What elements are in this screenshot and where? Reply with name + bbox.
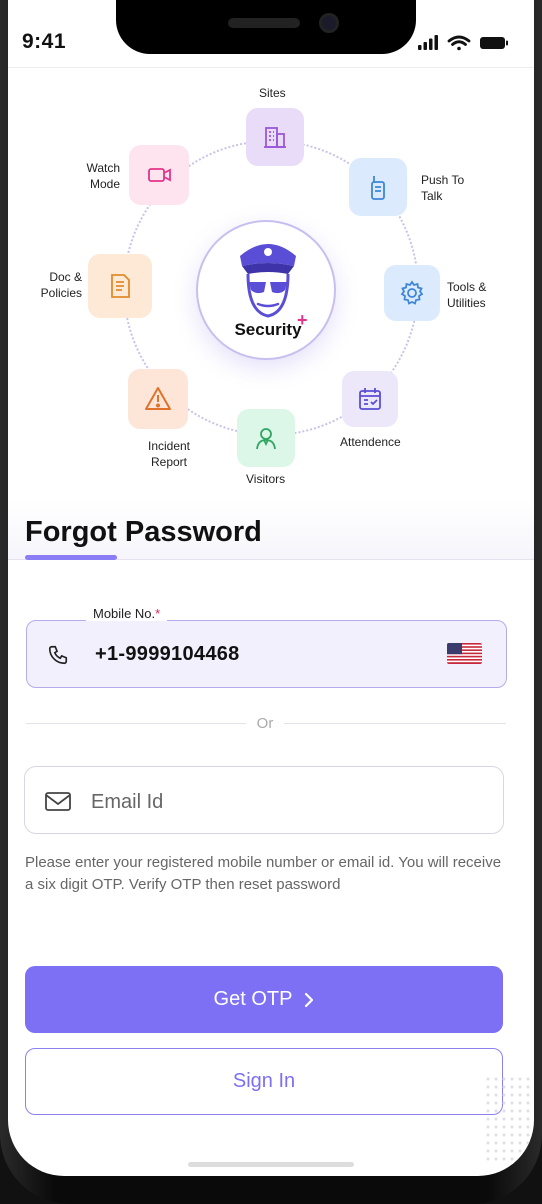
divider-left: [26, 723, 246, 724]
visitor-icon: [256, 428, 276, 450]
module-sites[interactable]: [246, 108, 304, 166]
security-guard-icon: [240, 244, 296, 318]
module-visitors[interactable]: [237, 409, 295, 467]
module-label-sites: Sites: [259, 86, 286, 100]
cellular-signal-icon: [418, 35, 438, 50]
hub-label: Security: [234, 320, 302, 339]
status-bar: 9:41: [8, 0, 534, 68]
walkie-talkie-icon: [371, 176, 385, 200]
module-tools-utilities[interactable]: [384, 265, 440, 321]
decorative-dots: [484, 1075, 534, 1165]
device-notch: [116, 0, 416, 54]
speaker-grille: [228, 18, 300, 28]
mobile-field-label: Mobile No.*: [86, 606, 168, 621]
mobile-label-text: Mobile No.: [93, 606, 156, 621]
device-frame: 9:41 Security + Sites Push To Talk Tools…: [0, 0, 542, 1204]
video-camera-icon: [148, 168, 171, 182]
sign-in-button[interactable]: Sign In: [25, 1048, 503, 1115]
module-label-doc-policies: Doc & Policies: [40, 270, 82, 300]
home-indicator[interactable]: [188, 1162, 354, 1167]
us-flag-icon[interactable]: [447, 643, 482, 664]
email-field[interactable]: [24, 766, 504, 834]
module-incident-report[interactable]: [128, 369, 188, 429]
module-label-watch-mode: Watch Mode: [86, 161, 120, 191]
divider-right: [284, 723, 506, 724]
mobile-field[interactable]: +1-9999104468: [26, 620, 507, 688]
security-hub: Security +: [196, 220, 336, 360]
chevron-right-icon: [305, 992, 314, 1007]
module-push-to-talk[interactable]: [349, 158, 407, 216]
module-label-attendence: Attendence: [340, 435, 401, 449]
sign-in-label: Sign In: [232, 1070, 296, 1092]
wifi-icon: [447, 35, 471, 51]
help-text: Please enter your registered mobile numb…: [25, 854, 502, 893]
status-time: 9:41: [22, 30, 67, 53]
building-icon: [264, 127, 286, 148]
gear-icon: [400, 280, 424, 305]
mobile-number-value[interactable]: +1-9999104468: [95, 643, 240, 666]
plus-icon: +: [297, 310, 308, 330]
page-title: Forgot Password: [25, 516, 262, 548]
module-attendence[interactable]: [342, 371, 398, 427]
title-underline: [25, 555, 117, 560]
module-label-push-to-talk: Push To Talk: [421, 173, 465, 203]
get-otp-button[interactable]: Get OTP: [25, 966, 503, 1033]
calendar-icon: [359, 388, 381, 410]
battery-icon: [480, 37, 508, 49]
module-label-tools-utilities: Tools & Utilities: [447, 280, 487, 310]
phone-icon: [48, 645, 68, 665]
front-camera: [319, 13, 339, 33]
app-screen: 9:41 Security + Sites Push To Talk Tools…: [8, 0, 534, 1176]
mail-icon: [45, 792, 71, 811]
email-input[interactable]: [91, 791, 451, 814]
module-watch-mode[interactable]: [129, 145, 189, 205]
module-label-visitors: Visitors: [246, 472, 286, 486]
get-otp-label: Get OTP: [213, 988, 293, 1010]
module-label-incident-report: Incident Report: [147, 439, 191, 469]
module-doc-policies[interactable]: [88, 254, 152, 318]
signal-wifi-battery-icons: [418, 35, 508, 51]
document-icon: [111, 274, 130, 298]
required-mark: *: [155, 606, 161, 621]
or-divider-text: Or: [256, 715, 274, 732]
warning-icon: [145, 387, 171, 410]
